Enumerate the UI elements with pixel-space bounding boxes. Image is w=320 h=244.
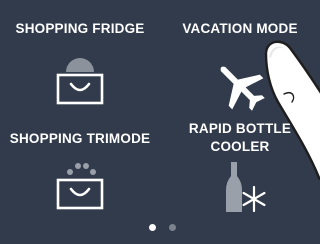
tile-label-shopping-fridge: SHOPPING FRIDGE: [15, 21, 145, 36]
page-dot-1[interactable]: [149, 224, 156, 231]
page-indicator: [144, 224, 184, 234]
shopping-trimode-icon: [56, 163, 104, 210]
page-dot-2[interactable]: [169, 224, 176, 231]
finger-pointer-icon: [264, 40, 320, 180]
shopping-fridge-icon: [56, 58, 104, 105]
mode-selection-screen: SHOPPING FRIDGE VACATION MODE SHOPPING T…: [0, 0, 320, 244]
tile-label-shopping-trimode: SHOPPING TRIMODE: [9, 131, 151, 146]
airplane-icon: [220, 66, 265, 111]
tile-shopping-fridge[interactable]: SHOPPING FRIDGE: [0, 10, 160, 120]
tile-shopping-trimode[interactable]: SHOPPING TRIMODE: [0, 122, 160, 232]
